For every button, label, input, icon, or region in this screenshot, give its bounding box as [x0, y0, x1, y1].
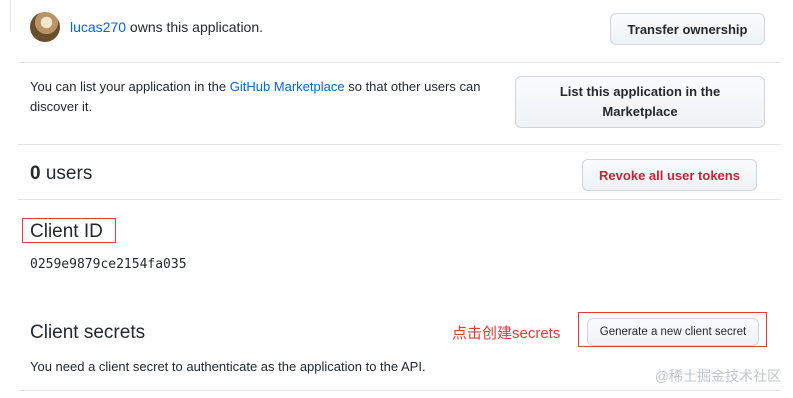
owner-description: owns this application. — [126, 19, 264, 35]
users-label: users — [40, 163, 93, 184]
left-border — [10, 0, 11, 32]
revoke-all-user-tokens-button[interactable]: Revoke all user tokens — [582, 159, 757, 191]
transfer-ownership-button[interactable]: Transfer ownership — [610, 13, 765, 45]
divider — [18, 390, 781, 391]
client-secrets-title: Client secrets — [30, 322, 146, 343]
users-count: 0 — [30, 163, 41, 184]
marketplace-text: You can list your application in the Git… — [30, 77, 520, 117]
client-id-title: Client ID — [30, 221, 103, 242]
github-marketplace-link[interactable]: GitHub Marketplace — [230, 79, 345, 94]
divider — [18, 199, 781, 200]
client-id-value: 0259e9879ce2154fa035 — [30, 257, 187, 272]
marketplace-text-before: You can list your application in the — [30, 79, 230, 94]
watermark: @稀土掘金技术社区 — [654, 368, 781, 384]
owner-row: lucas270 owns this application. — [30, 12, 263, 42]
owner-text: lucas270 owns this application. — [70, 19, 263, 35]
annotation-text: 点击创建secrets — [452, 325, 561, 342]
generate-client-secret-button[interactable]: Generate a new client secret — [587, 318, 759, 346]
avatar[interactable] — [30, 12, 60, 42]
list-in-marketplace-button[interactable]: List this application in the Marketplace — [515, 76, 765, 128]
owner-username-link[interactable]: lucas270 — [70, 19, 126, 35]
client-secrets-description: You need a client secret to authenticate… — [30, 359, 426, 374]
divider — [18, 144, 781, 145]
users-count-heading: 0 users — [30, 163, 92, 185]
divider — [18, 62, 781, 63]
